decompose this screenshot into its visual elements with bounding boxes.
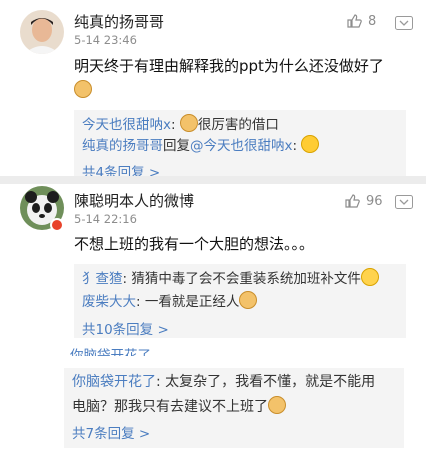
doge-emoji-icon — [239, 291, 258, 309]
chevron-down-icon — [395, 16, 413, 30]
reply-line: 犭查猹: 猜猜中毒了会不会重装系统加班补文件 — [82, 268, 379, 289]
comment-text: 明天终于有理由解释我的ppt为什么还没做好了 — [74, 54, 404, 102]
reply-line: 废柴大大: 一看就是正经人 — [82, 291, 258, 312]
reply-count-link[interactable]: 共7条回复 > — [72, 422, 150, 442]
doge-emoji-icon — [268, 396, 286, 414]
reply-box: 今天也很甜呐x: 很厉害的借口 纯真的扬哥哥回复@今天也很甜呐x: 共4条回复 … — [74, 110, 406, 182]
clipped-reply-text: 你脑袋开花了 — [70, 348, 151, 356]
chevron-down-icon — [395, 195, 413, 209]
commenter-name[interactable]: 陳聪明本人的微博 — [74, 190, 194, 211]
laugh-emoji-icon — [301, 135, 320, 153]
doge-emoji-icon — [179, 114, 198, 132]
comment-divider — [0, 176, 426, 184]
reply-author[interactable]: 犭查猹 — [82, 271, 123, 287]
reply-author[interactable]: 废柴大大 — [82, 294, 136, 310]
reply-box: 你脑袋开花了: 太复杂了，我看不懂，就是不能用 电脑？那我只有去建议不上班了 共… — [64, 368, 404, 448]
reply-count-link[interactable]: 共10条回复 > — [82, 318, 169, 338]
more-menu-button[interactable] — [395, 194, 413, 209]
avatar[interactable] — [20, 10, 64, 54]
doge-emoji-icon — [74, 80, 92, 98]
reply-line: 今天也很甜呐x: 很厉害的借口 — [82, 114, 279, 135]
comment-date: 5-14 22:16 — [74, 212, 137, 226]
avatar-portrait-icon — [20, 10, 64, 54]
thumbs-up-icon — [345, 194, 360, 208]
like-button[interactable]: 8 — [346, 13, 376, 29]
like-count: 8 — [368, 13, 377, 29]
reply-author[interactable]: 纯真的扬哥哥 — [82, 138, 163, 154]
comment-2: 陳聪明本人的微博 5-14 22:16 96 不想上班的我有一个大胆的想法。。。… — [0, 184, 426, 344]
like-count: 96 — [366, 193, 383, 209]
thumbs-up-icon — [347, 14, 362, 28]
like-button[interactable]: 96 — [344, 193, 383, 209]
commenter-name[interactable]: 纯真的扬哥哥 — [74, 11, 164, 32]
reply-line: 纯真的扬哥哥回复@今天也很甜呐x: — [82, 135, 320, 156]
reply-box: 犭查猹: 猜猜中毒了会不会重装系统加班补文件 废柴大大: 一看就是正经人 共10… — [74, 264, 406, 338]
comment-text: 不想上班的我有一个大胆的想法。。。 — [74, 235, 315, 253]
verified-badge-icon — [50, 218, 64, 232]
comment-date: 5-14 23:46 — [74, 33, 137, 47]
reply-line: 你脑袋开花了: 太复杂了，我看不懂，就是不能用 — [72, 374, 376, 390]
smile-emoji-icon — [360, 268, 379, 286]
comment-1: 纯真的扬哥哥 5-14 23:46 8 明天终于有理由解释我的ppt为什么还没做… — [0, 0, 426, 182]
reply-author[interactable]: 今天也很甜呐x — [82, 117, 171, 133]
reply-author[interactable]: 你脑袋开花了 — [72, 374, 156, 390]
reply-line: 电脑？那我只有去建议不上班了 — [72, 396, 286, 417]
more-menu-button[interactable] — [395, 15, 413, 30]
mention-link[interactable]: @今天也很甜呐x — [190, 138, 293, 154]
